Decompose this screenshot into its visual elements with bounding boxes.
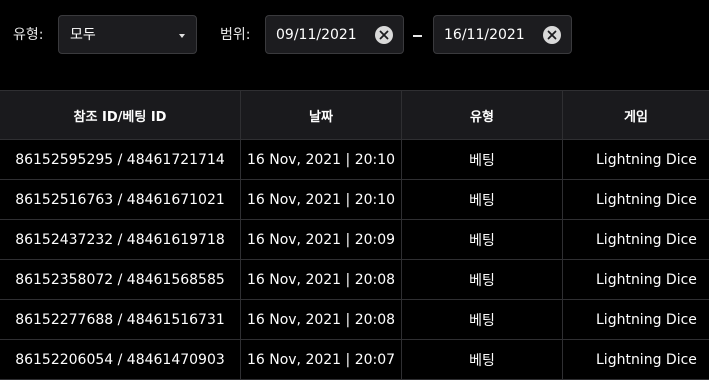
date-to-value: 16/11/2021 <box>444 27 525 43</box>
cell-ids: 86152595295 / 48461721714 <box>0 140 241 179</box>
date-from-value: 09/11/2021 <box>276 27 357 43</box>
date-to-field[interactable]: 16/11/2021 <box>433 15 572 54</box>
header-date: 날짜 <box>241 91 402 139</box>
cell-type: 베팅 <box>402 340 563 379</box>
clear-date-to-icon[interactable] <box>543 26 561 44</box>
range-separator <box>413 35 422 37</box>
cell-type: 베팅 <box>402 180 563 219</box>
cell-game: Lightning Dice <box>596 191 697 208</box>
header-game: 게임 <box>624 109 648 125</box>
table-row[interactable]: 86152206054 / 48461470903 16 Nov, 2021 |… <box>0 340 709 380</box>
type-filter-label: 유형: <box>13 27 44 43</box>
filter-bar: 유형: 모두 범위: 09/11/2021 16/11/2021 <box>0 0 709 90</box>
range-filter-label: 범위: <box>220 27 251 43</box>
cell-ids: 86152516763 / 48461671021 <box>0 180 241 219</box>
table-row[interactable]: 86152437232 / 48461619718 16 Nov, 2021 |… <box>0 220 709 260</box>
header-type: 유형 <box>402 91 563 139</box>
clear-date-from-icon[interactable] <box>375 26 393 44</box>
cell-date: 16 Nov, 2021 | 20:09 <box>241 220 402 259</box>
cell-date: 16 Nov, 2021 | 20:08 <box>241 260 402 299</box>
cell-type: 베팅 <box>402 300 563 339</box>
cell-type: 베팅 <box>402 140 563 179</box>
chevron-down-icon <box>179 34 185 38</box>
cell-game: Lightning Dice <box>596 151 697 168</box>
cell-date: 16 Nov, 2021 | 20:07 <box>241 340 402 379</box>
table-header-row: 참조 ID/베팅 ID 날짜 유형 게임 <box>0 90 709 140</box>
type-select[interactable]: 모두 <box>58 15 197 54</box>
cell-ids: 86152358072 / 48461568585 <box>0 260 241 299</box>
table-row[interactable]: 86152358072 / 48461568585 16 Nov, 2021 |… <box>0 260 709 300</box>
table-row[interactable]: 86152595295 / 48461721714 16 Nov, 2021 |… <box>0 140 709 180</box>
cell-date: 16 Nov, 2021 | 20:10 <box>241 180 402 219</box>
cell-ids: 86152437232 / 48461619718 <box>0 220 241 259</box>
cell-ids: 86152277688 / 48461516731 <box>0 300 241 339</box>
table-row[interactable]: 86152516763 / 48461671021 16 Nov, 2021 |… <box>0 180 709 220</box>
cell-game: Lightning Dice <box>596 351 697 368</box>
cell-ids: 86152206054 / 48461470903 <box>0 340 241 379</box>
cell-date: 16 Nov, 2021 | 20:10 <box>241 140 402 179</box>
cell-game: Lightning Dice <box>596 311 697 328</box>
date-from-field[interactable]: 09/11/2021 <box>265 15 404 54</box>
cell-game: Lightning Dice <box>596 271 697 288</box>
type-select-value: 모두 <box>70 27 96 43</box>
table-row[interactable]: 86152277688 / 48461516731 16 Nov, 2021 |… <box>0 300 709 340</box>
header-ids: 참조 ID/베팅 ID <box>0 91 241 139</box>
cell-game: Lightning Dice <box>596 231 697 248</box>
cell-type: 베팅 <box>402 220 563 259</box>
cell-date: 16 Nov, 2021 | 20:08 <box>241 300 402 339</box>
cell-type: 베팅 <box>402 260 563 299</box>
